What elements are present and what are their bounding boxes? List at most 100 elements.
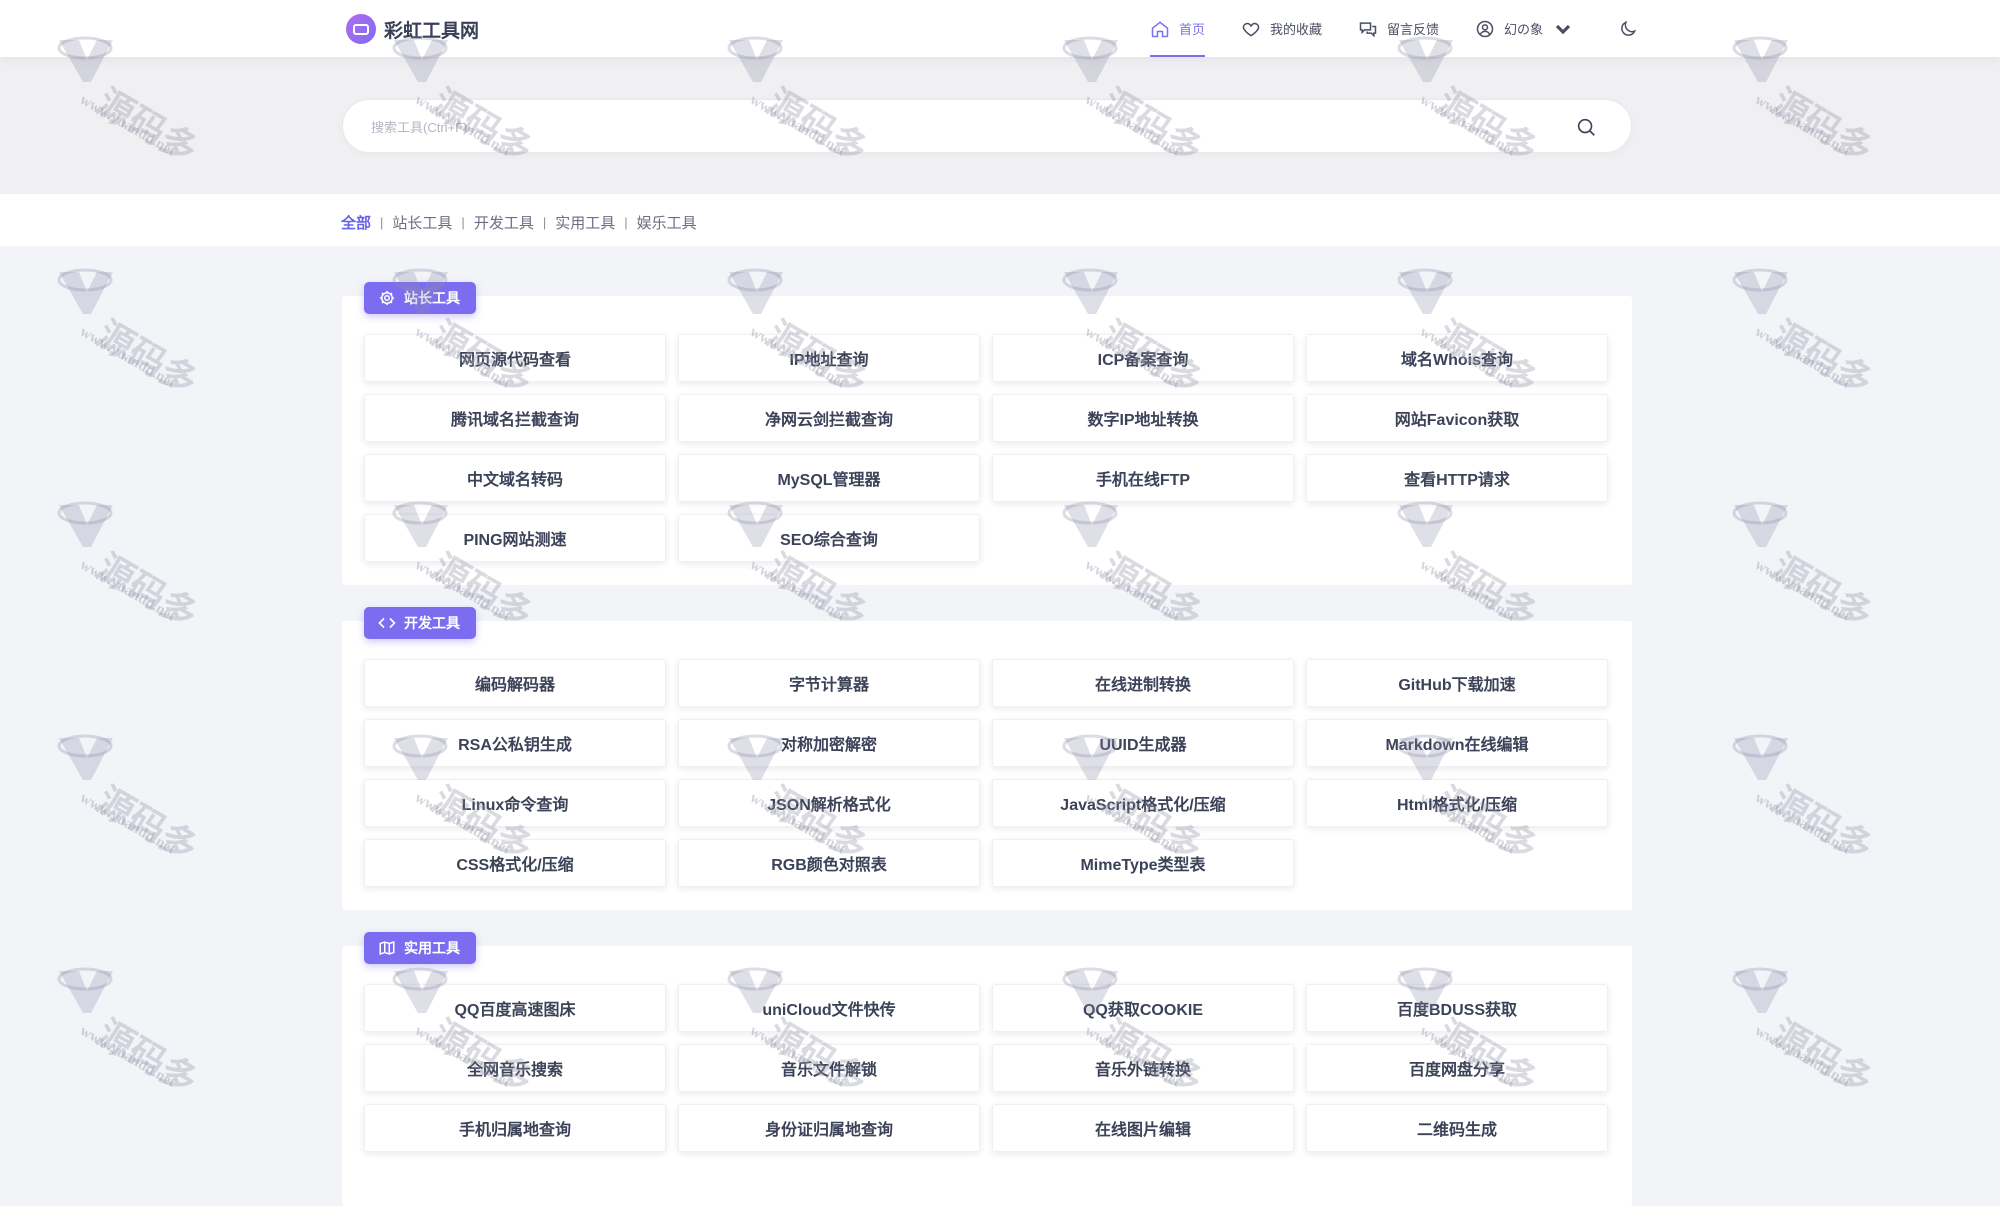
tool-card[interactable]: 二维码生成 <box>1306 1104 1608 1152</box>
watermark-url: www.yuandd.net <box>77 557 179 625</box>
watermark-url: www.yuandd.net <box>1752 790 1854 858</box>
search-input[interactable] <box>371 116 1521 138</box>
section-title: 实用工具 <box>404 940 460 956</box>
watermark-text: 源码多 <box>1765 545 1880 636</box>
tool-card[interactable]: 编码解码器 <box>364 659 666 707</box>
watermark-logo-icon <box>57 268 113 314</box>
tool-grid: 网页源代码查看 IP地址查询 ICP备案查询 域名Whois查询 腾讯域名拦截查… <box>364 334 1610 562</box>
tool-card[interactable]: JSON解析格式化 <box>678 779 980 827</box>
tool-card[interactable]: 在线图片编辑 <box>992 1104 1294 1152</box>
tool-card[interactable]: 百度BDUSS获取 <box>1306 984 1608 1032</box>
tool-card[interactable]: 净网云剑拦截查询 <box>678 394 980 442</box>
filter-webmaster-tools[interactable]: 站长工具 <box>392 212 452 233</box>
tool-card[interactable]: 音乐外链转换 <box>992 1044 1294 1092</box>
tool-card[interactable]: GitHub下载加速 <box>1306 659 1608 707</box>
section-title: 开发工具 <box>404 615 460 631</box>
tool-card[interactable]: 网站Favicon获取 <box>1306 394 1608 442</box>
tool-card[interactable]: 百度网盘分享 <box>1306 1044 1608 1092</box>
tool-card[interactable]: MySQL管理器 <box>678 454 980 502</box>
tool-card[interactable]: 网页源代码查看 <box>364 334 666 382</box>
tool-card[interactable]: 手机归属地查询 <box>364 1104 666 1152</box>
nav-feedback[interactable]: 留言反馈 <box>1358 0 1439 57</box>
watermark-logo-icon <box>57 967 113 1013</box>
filter-separator: | <box>380 215 384 230</box>
watermark-logo-icon <box>1732 268 1788 314</box>
tool-card[interactable]: IP地址查询 <box>678 334 980 382</box>
nav-home[interactable]: 首页 <box>1150 0 1206 57</box>
section-title-badge: 实用工具 <box>364 932 476 964</box>
chevron-down-icon <box>1555 24 1571 34</box>
watermark-url: www.yuandd.net <box>77 324 179 392</box>
tool-card[interactable]: ICP备案查询 <box>992 334 1294 382</box>
search-icon[interactable] <box>1575 116 1597 138</box>
tool-card[interactable]: JavaScript格式化/压缩 <box>992 779 1294 827</box>
category-filter: 全部 | 站长工具 | 开发工具 | 实用工具 | 娱乐工具 <box>341 212 697 233</box>
nav-favorites[interactable]: 我的收藏 <box>1241 0 1322 57</box>
tool-card[interactable]: UUID生成器 <box>992 719 1294 767</box>
tool-card[interactable]: PING网站测速 <box>364 514 666 562</box>
tool-card[interactable]: 对称加密解密 <box>678 719 980 767</box>
tool-card[interactable]: 域名Whois查询 <box>1306 334 1608 382</box>
tool-card[interactable]: RGB颜色对照表 <box>678 839 980 887</box>
heart-icon <box>1242 22 1260 37</box>
tool-card[interactable]: 音乐文件解锁 <box>678 1044 980 1092</box>
tool-card[interactable]: 数字IP地址转换 <box>992 394 1294 442</box>
nav-user-menu[interactable]: 幻の象 <box>1475 0 1582 57</box>
watermark-logo-icon <box>57 734 113 780</box>
site-name: 彩虹工具网 <box>384 20 480 42</box>
user-icon <box>1476 20 1494 37</box>
home-icon <box>1151 20 1169 37</box>
watermark-text: 源码多 <box>90 778 205 869</box>
chat-icon <box>1359 21 1377 37</box>
watermark-url: www.yuandd.net <box>77 790 179 858</box>
tool-grid: 编码解码器 字节计算器 在线进制转换 GitHub下载加速 RSA公私钥生成 对… <box>364 659 1610 887</box>
tool-card[interactable]: uniCloud文件快传 <box>678 984 980 1032</box>
section-utility-tools: 实用工具 QQ百度高速图床 uniCloud文件快传 QQ获取COOKIE 百度… <box>342 932 1632 1206</box>
watermark-url: www.yuandd.net <box>1752 1023 1854 1091</box>
tool-card[interactable]: RSA公私钥生成 <box>364 719 666 767</box>
tool-card[interactable]: 身份证归属地查询 <box>678 1104 980 1152</box>
watermark-text: 源码多 <box>90 545 205 636</box>
filter-separator: | <box>461 215 465 230</box>
section-title-badge: 开发工具 <box>364 607 476 639</box>
watermark-url: www.yuandd.net <box>1752 324 1854 392</box>
tool-card[interactable]: 查看HTTP请求 <box>1306 454 1608 502</box>
tool-card[interactable]: Markdown在线编辑 <box>1306 719 1608 767</box>
tool-card[interactable]: SEO综合查询 <box>678 514 980 562</box>
site-logo[interactable]: 彩虹工具网 <box>346 14 479 44</box>
watermark-text: 源码多 <box>90 312 205 403</box>
tool-card[interactable]: 中文域名转码 <box>364 454 666 502</box>
main-nav: 首页 我的收藏 留言反馈 幻の象 <box>1150 0 1638 57</box>
filter-separator: | <box>542 215 547 230</box>
tool-card[interactable]: QQ百度高速图床 <box>364 984 666 1032</box>
watermark-logo-icon <box>1732 967 1788 1013</box>
section-dev-tools: 开发工具 编码解码器 字节计算器 在线进制转换 GitHub下载加速 RSA公私… <box>342 607 1632 910</box>
watermark-text: 源码多 <box>1765 778 1880 869</box>
tool-card[interactable]: 字节计算器 <box>678 659 980 707</box>
tool-card[interactable]: CSS格式化/压缩 <box>364 839 666 887</box>
watermark-logo-icon <box>1732 501 1788 547</box>
gear-icon <box>379 290 395 306</box>
section-webmaster-tools: 站长工具 网页源代码查看 IP地址查询 ICP备案查询 域名Whois查询 腾讯… <box>342 282 1632 585</box>
moon-icon[interactable] <box>1618 19 1638 39</box>
filter-dev-tools[interactable]: 开发工具 <box>474 212 534 233</box>
filter-all[interactable]: 全部 <box>341 212 371 233</box>
nav-feedback-label: 留言反馈 <box>1387 22 1440 37</box>
tool-card[interactable]: MimeType类型表 <box>992 839 1294 887</box>
tool-card[interactable]: 在线进制转换 <box>992 659 1294 707</box>
tool-card[interactable]: 全网音乐搜索 <box>364 1044 666 1092</box>
tool-card[interactable]: QQ获取COOKIE <box>992 984 1294 1032</box>
tool-card[interactable]: 腾讯域名拦截查询 <box>364 394 666 442</box>
search-box <box>342 99 1632 153</box>
map-icon <box>379 940 395 956</box>
tool-card[interactable]: 手机在线FTP <box>992 454 1294 502</box>
tool-card[interactable]: Html格式化/压缩 <box>1306 779 1608 827</box>
category-filter-bar: 全部 | 站长工具 | 开发工具 | 实用工具 | 娱乐工具 <box>0 194 2000 246</box>
filter-fun-tools[interactable]: 娱乐工具 <box>637 212 697 233</box>
nav-user-label: 幻の象 <box>1504 22 1544 37</box>
nav-home-label: 首页 <box>1179 22 1206 37</box>
section-title-badge: 站长工具 <box>364 282 476 314</box>
tool-card[interactable]: Linux命令查询 <box>364 779 666 827</box>
tool-grid: QQ百度高速图床 uniCloud文件快传 QQ获取COOKIE 百度BDUSS… <box>364 984 1610 1152</box>
filter-utility-tools[interactable]: 实用工具 <box>555 212 615 233</box>
